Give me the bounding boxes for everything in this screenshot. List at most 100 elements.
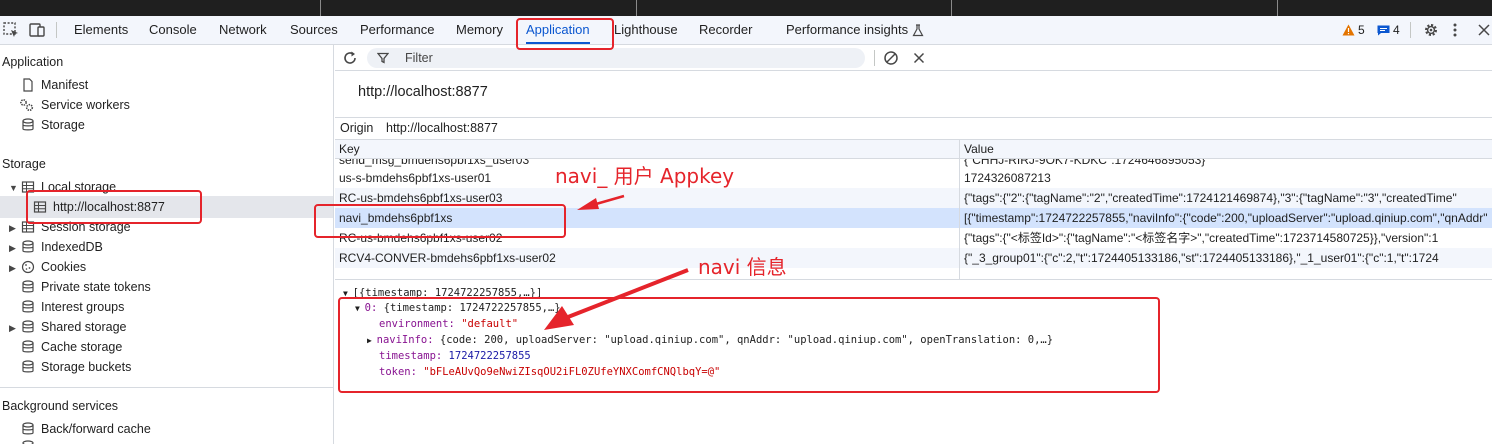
row-value: [{"timestamp":1724722257855,"naviInfo":{…: [964, 211, 1488, 225]
window-top-strip: [0, 0, 1492, 16]
strip-divider: [320, 0, 321, 16]
preview-item-0[interactable]: ▼ 0: {timestamp: 1724722257855,…}: [355, 301, 561, 316]
tabbar-divider: [56, 22, 57, 38]
column-divider[interactable]: [959, 140, 960, 279]
filter-field: [367, 48, 865, 68]
preview-root[interactable]: ▼ [{timestamp: 1724722257855,…}]: [343, 286, 542, 301]
sidebar-item-local-storage[interactable]: ▼ Local storage: [9, 177, 309, 197]
strip-divider: [1277, 0, 1278, 16]
table-icon: [21, 181, 35, 193]
database-icon: [22, 240, 34, 253]
preview-field-naviinfo[interactable]: ▶ naviInfo: {code: 200, uploadServer: "u…: [367, 333, 1053, 348]
row-key: navi_bmdehs6pbf1xs: [339, 211, 453, 225]
database-icon: [22, 320, 34, 333]
file-icon: [23, 78, 33, 92]
database-icon: [22, 360, 34, 373]
tab-application[interactable]: Application: [526, 16, 590, 44]
sidebar-item-shared-storage[interactable]: ▶ Shared storage: [9, 317, 309, 337]
tab-console[interactable]: Console: [149, 16, 197, 44]
key-value-table: Key Value send_msg_bmdehs6pbf1xs_user03 …: [335, 139, 1492, 279]
table-icon: [33, 201, 47, 213]
message-icon[interactable]: [1377, 25, 1390, 36]
warning-count[interactable]: 5: [1358, 16, 1365, 44]
annotation-info-note: navi 信息: [698, 255, 787, 279]
sidebar-item-label: Storage: [41, 118, 85, 132]
warning-icon[interactable]: [1342, 24, 1355, 36]
more-options-icon[interactable]: [1452, 22, 1458, 38]
inspect-element-icon[interactable]: [2, 21, 20, 39]
database-icon: [22, 118, 34, 131]
table-header-cover: Key Value: [335, 140, 1492, 159]
expanded-triangle-icon[interactable]: ▼: [9, 178, 18, 198]
collapsed-triangle-icon[interactable]: ▶: [9, 318, 16, 338]
field-value: {code: 200, uploadServer: "upload.qiniup…: [439, 334, 1054, 346]
settings-gear-icon[interactable]: [1423, 22, 1439, 38]
close-devtools-icon[interactable]: [1478, 24, 1490, 36]
origin-value: http://localhost:8877: [386, 121, 498, 135]
tab-performance[interactable]: Performance: [360, 16, 434, 44]
table-row[interactable]: RC-us-bmdehs6pbf1xs-user02 {"tags":{"<标签…: [335, 228, 1492, 248]
sidebar-item-cookies[interactable]: ▶ Cookies: [9, 257, 309, 277]
delete-selected-icon[interactable]: [913, 52, 925, 64]
row-value: {"_3_group01":{"c":2,"t":1724405133186,"…: [964, 251, 1439, 265]
sidebar-item-label: Shared storage: [41, 320, 127, 334]
tab-performance-insights[interactable]: Performance insights: [786, 16, 908, 44]
experimental-flask-icon: [912, 24, 924, 37]
strip-divider: [636, 0, 637, 16]
sidebar-item-label: Storage buckets: [41, 360, 132, 374]
row-key: RC-us-bmdehs6pbf1xs-user02: [339, 231, 503, 245]
device-toolbar-icon[interactable]: [28, 21, 46, 39]
field-value: "default": [461, 318, 519, 330]
refresh-icon[interactable]: [342, 50, 358, 66]
section-title-application: Application: [2, 55, 64, 69]
database-icon: [22, 340, 34, 353]
tabbar-divider: [1410, 22, 1411, 38]
row-key: RC-us-bmdehs6pbf1xs-user03: [339, 191, 503, 205]
sidebar-item-localhost-origin[interactable]: http://localhost:8877: [33, 197, 323, 217]
filter-input[interactable]: [405, 49, 845, 67]
clear-all-icon[interactable]: [883, 50, 899, 66]
table-row[interactable]: us-s-bmdehs6pbf1xs-user01 1724326087213: [335, 168, 1492, 188]
table-row[interactable]: RCV4-CONVER-bmdehs6pbf1xs-user02 {"_3_gr…: [335, 248, 1492, 268]
sidebar-item-label: Cookies: [41, 260, 87, 274]
tab-lighthouse[interactable]: Lighthouse: [614, 16, 678, 44]
section-title-background-services: Background services: [2, 399, 119, 413]
sidebar-item-label: http://localhost:8877: [53, 200, 165, 214]
section-title-storage: Storage: [2, 157, 46, 171]
tab-elements[interactable]: Elements: [74, 16, 128, 44]
sidebar-item-indexeddb[interactable]: ▶ IndexedDB: [9, 237, 309, 257]
field-value: "bFLeAUvQo9eNwiZIsqOU2iFL0ZUfeYNXComfCNQ…: [423, 366, 721, 378]
table-row-selected[interactable]: navi_bmdehs6pbf1xs [{"timestamp":1724722…: [335, 208, 1492, 228]
sidebar-item-label: Cache storage: [41, 340, 123, 354]
database-icon: [22, 422, 34, 435]
database-icon: [22, 440, 34, 444]
filter-icon: [377, 52, 389, 64]
tab-sources[interactable]: Sources: [290, 16, 338, 44]
devtools-tabbar: Elements Console Network Sources Perform…: [0, 16, 1492, 45]
message-count[interactable]: 4: [1393, 16, 1400, 44]
column-header-key[interactable]: Key: [339, 140, 360, 158]
sidebar-item-session-storage[interactable]: ▶ Session storage: [9, 217, 309, 237]
field-value: 1724722257855: [448, 350, 531, 362]
application-sidebar: Application Manifest Service workers Sto…: [0, 45, 334, 444]
tab-network[interactable]: Network: [219, 16, 267, 44]
row-value: {"tags":{"<标签Id>":{"tagName":"<标签名字>","c…: [964, 231, 1439, 245]
sidebar-item-label: Private state tokens: [41, 280, 151, 294]
field-key: token:: [379, 366, 417, 378]
table-row[interactable]: RC-us-bmdehs6pbf1xs-user03 {"tags":{"2":…: [335, 188, 1492, 208]
row-value: 1724326087213: [964, 171, 1051, 185]
tab-recorder[interactable]: Recorder: [699, 16, 752, 44]
sidebar-divider: [0, 387, 333, 388]
row-key: RCV4-CONVER-bmdehs6pbf1xs-user02: [339, 251, 556, 265]
column-header-value[interactable]: Value: [964, 140, 994, 158]
collapsed-triangle-icon[interactable]: ▶: [9, 238, 16, 258]
preview-field-timestamp: timestamp: 1724722257855: [379, 349, 531, 364]
field-key: timestamp:: [379, 350, 443, 362]
tab-memory[interactable]: Memory: [456, 16, 503, 44]
collapsed-triangle-icon[interactable]: ▶: [9, 258, 16, 278]
sidebar-item-label: Session storage: [41, 220, 131, 234]
preview-index: 0:: [364, 302, 378, 314]
collapsed-triangle-icon[interactable]: ▶: [9, 218, 16, 238]
toolbar-divider: [874, 50, 875, 66]
local-storage-panel: http://localhost:8877 Origin http://loca…: [335, 45, 1492, 444]
